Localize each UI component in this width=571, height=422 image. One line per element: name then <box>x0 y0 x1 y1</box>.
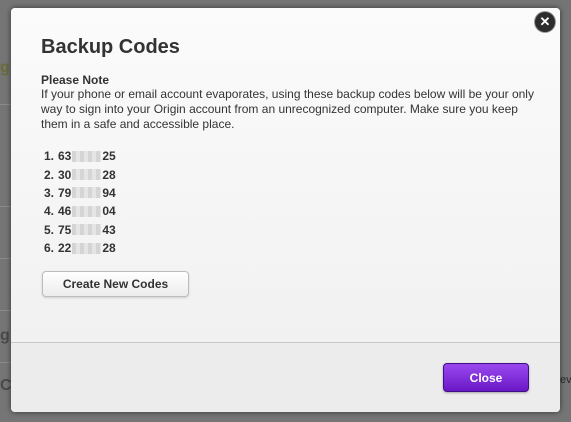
redacted-code-segment <box>72 150 102 162</box>
backup-code-item: 1. 63 25 <box>44 147 116 165</box>
backup-code-item: 4. 46 04 <box>44 202 116 220</box>
background-text-fragment: g <box>0 327 10 344</box>
background-text-fragment: ev <box>560 374 571 386</box>
code-prefix: 79 <box>58 185 72 200</box>
code-suffix: 94 <box>102 185 116 200</box>
code-number: 5. <box>44 222 55 237</box>
code-suffix: 43 <box>102 222 116 237</box>
code-number: 2. <box>44 167 55 182</box>
redacted-code-segment <box>72 187 102 199</box>
code-prefix: 75 <box>58 222 72 237</box>
code-prefix: 46 <box>58 204 72 219</box>
note-heading: Please Note <box>41 73 110 87</box>
code-suffix: 28 <box>102 167 116 182</box>
code-number: 1. <box>44 149 55 164</box>
code-suffix: 25 <box>102 149 116 164</box>
close-icon[interactable]: ✕ <box>535 12 555 32</box>
backup-code-item: 6. 22 28 <box>44 239 116 257</box>
code-prefix: 63 <box>58 149 72 164</box>
backup-code-item: 5. 75 43 <box>44 221 116 239</box>
backup-codes-dialog: ✕ Backup Codes Please Note If your phone… <box>11 8 560 412</box>
backup-code-item: 2. 30 28 <box>44 165 116 183</box>
redacted-code-segment <box>72 242 102 254</box>
redacted-code-segment <box>72 205 102 217</box>
backup-code-list: 1. 63 25 2. 30 28 3. 79 94 4. 46 04 5. 7… <box>44 147 116 257</box>
dialog-title: Backup Codes <box>41 36 180 58</box>
backup-code-item: 3. 79 94 <box>44 184 116 202</box>
code-number: 3. <box>44 185 55 200</box>
redacted-code-segment <box>72 224 102 236</box>
code-number: 4. <box>44 204 55 219</box>
background-text-fragment: C <box>0 377 12 394</box>
create-new-codes-button[interactable]: Create New Codes <box>42 271 189 297</box>
close-button[interactable]: Close <box>443 363 529 392</box>
code-number: 6. <box>44 241 55 256</box>
code-prefix: 30 <box>58 167 72 182</box>
code-prefix: 22 <box>58 241 72 256</box>
background-text-fragment: g <box>0 59 10 76</box>
redacted-code-segment <box>72 169 102 181</box>
code-suffix: 04 <box>102 204 116 219</box>
note-text: If your phone or email account evaporate… <box>41 87 534 131</box>
code-suffix: 28 <box>102 241 116 256</box>
